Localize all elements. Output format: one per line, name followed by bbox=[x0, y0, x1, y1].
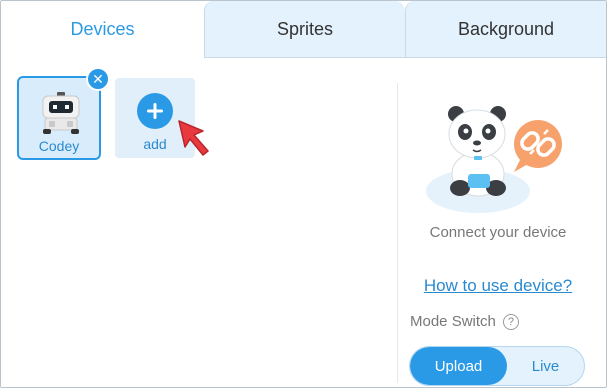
tab-devices[interactable]: Devices bbox=[1, 1, 204, 58]
live-mode-button[interactable]: Live bbox=[507, 347, 584, 385]
upload-mode-button[interactable]: Upload bbox=[410, 347, 507, 385]
tab-sprites[interactable]: Sprites bbox=[204, 1, 405, 58]
codey-robot-icon bbox=[42, 92, 80, 134]
how-to-use-device-link[interactable]: How to use device? bbox=[398, 276, 598, 296]
device-name: Codey bbox=[38, 138, 80, 154]
question-icon[interactable]: ? bbox=[502, 313, 519, 330]
mode-switch-label: Mode Switch bbox=[410, 313, 496, 330]
plus-icon bbox=[137, 93, 173, 129]
mode-switch-row: Mode Switch ? bbox=[410, 313, 519, 330]
close-icon[interactable]: ✕ bbox=[86, 67, 110, 91]
tab-background[interactable]: Background bbox=[405, 1, 606, 58]
tab-bar: Devices Sprites Background bbox=[1, 1, 606, 58]
connect-device-text: Connect your device bbox=[429, 224, 567, 241]
device-card-codey[interactable]: Codey bbox=[17, 76, 101, 160]
mode-toggle: Upload Live bbox=[409, 346, 585, 386]
red-arrow-cursor-icon bbox=[178, 120, 209, 156]
devices-panel: Devices Sprites Background Codey ✕ add C… bbox=[0, 0, 607, 388]
panda-mascot-icon bbox=[426, 106, 562, 213]
